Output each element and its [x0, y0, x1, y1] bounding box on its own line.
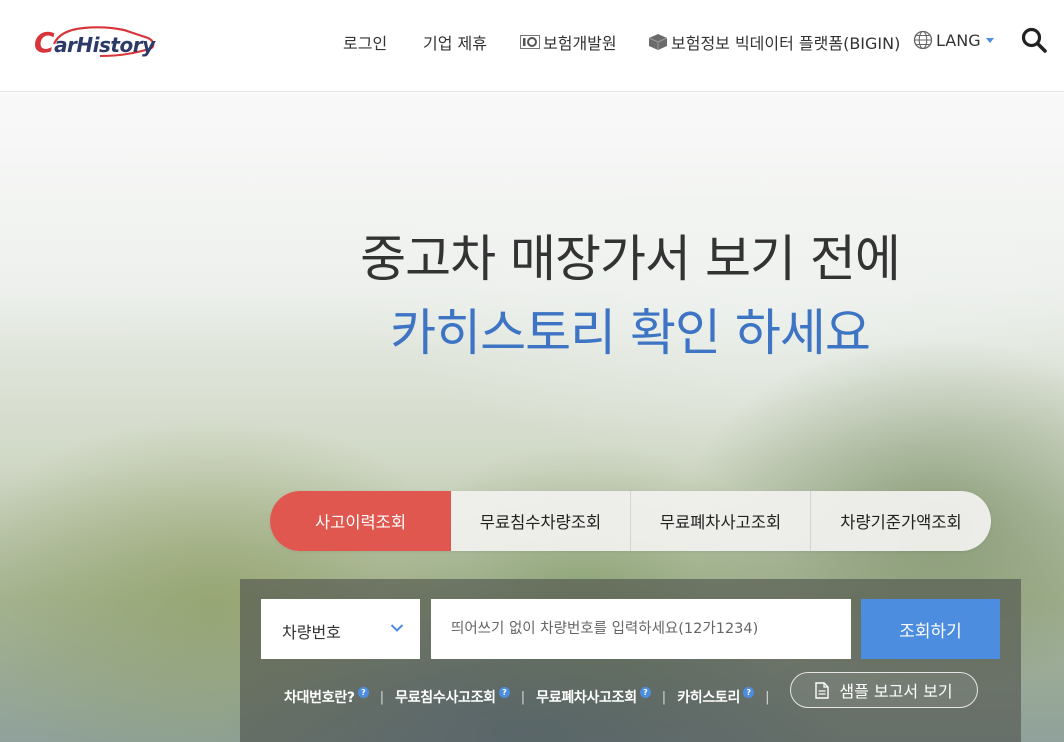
hero-section: 중고차 매장가서 보기 전에 카히스토리 확인 하세요 사고이력조회 무료침수차… [0, 93, 1064, 742]
help-icon: ? [639, 686, 651, 698]
carhistory-logo[interactable]: CarHistory [34, 22, 158, 64]
separator: | [661, 689, 667, 705]
link-carhistory-label: 카히스토리 [677, 690, 741, 706]
tab-accident-history[interactable]: 사고이력조회 [270, 491, 451, 551]
help-icon: ? [357, 686, 369, 698]
nav-kidi-label: 보험개발원 [543, 34, 617, 53]
link-flood[interactable]: 무료침수사고조회? [395, 686, 510, 707]
search-panel: 차량번호 조회하기 차대번호란?? | 무료침수사고조회? | 무료폐차사고조회… [240, 579, 1021, 742]
nav-bigin-label: 보험정보 빅데이터 플랫폼(BIGIN) [671, 34, 901, 53]
box-icon [648, 34, 668, 50]
chevron-down-icon [390, 624, 404, 632]
separator: | [765, 689, 770, 705]
separator: | [379, 689, 385, 705]
logo-letter-c: C [34, 26, 55, 59]
link-scrap-label: 무료폐차사고조회 [536, 690, 637, 706]
help-icon: ? [498, 686, 510, 698]
nav-partnership[interactable]: 기업 제휴 [423, 30, 487, 54]
plate-number-input[interactable] [431, 599, 851, 659]
link-vin-label: 차대번호란? [284, 690, 355, 706]
help-icon: ? [743, 686, 755, 698]
separator: | [520, 689, 526, 705]
headline-line-1: 중고차 매장가서 보기 전에 [360, 230, 901, 288]
search-tabs: 사고이력조회 무료침수차량조회 무료폐차사고조회 차량기준가액조회 [270, 491, 991, 551]
header: CarHistory 로그인 기업 제휴 보험개발원 보험정보 빅데이터 플랫폼… [0, 0, 1064, 92]
lang-selector[interactable]: LANG [913, 30, 995, 50]
headline-line-2: 카히스토리 확인 하세요 [390, 304, 871, 362]
search-submit-button[interactable]: 조회하기 [861, 599, 1000, 659]
globe-icon [913, 30, 933, 50]
search-type-select[interactable]: 차량번호 [261, 599, 420, 659]
search-icon[interactable] [1020, 26, 1048, 54]
link-carhistory[interactable]: 카히스토리? [677, 686, 755, 707]
kidi-icon [520, 35, 540, 49]
help-links: 차대번호란?? | 무료침수사고조회? | 무료폐차사고조회? | 카히스토리?… [284, 679, 780, 715]
tab-base-value[interactable]: 차량기준가액조회 [811, 491, 991, 551]
document-icon [815, 681, 830, 699]
nav-bigin[interactable]: 보험정보 빅데이터 플랫폼(BIGIN) [648, 30, 900, 54]
link-flood-label: 무료침수사고조회 [395, 690, 496, 706]
caret-down-icon [985, 38, 994, 43]
tab-scrap-check[interactable]: 무료폐차사고조회 [631, 491, 811, 551]
nav-kidi[interactable]: 보험개발원 [520, 30, 617, 54]
nav-login[interactable]: 로그인 [343, 30, 387, 54]
lang-label: LANG [936, 30, 981, 50]
link-vin[interactable]: 차대번호란?? [284, 686, 369, 707]
logo-text: CarHistory [34, 26, 155, 59]
sample-report-label: 샘플 보고서 보기 [839, 682, 953, 701]
search-type-value: 차량번호 [282, 623, 341, 642]
logo-word: arHistory [54, 33, 155, 57]
tab-flood-check[interactable]: 무료침수차량조회 [451, 491, 631, 551]
sample-report-button[interactable]: 샘플 보고서 보기 [790, 672, 978, 708]
link-scrap[interactable]: 무료폐차사고조회? [536, 686, 651, 707]
